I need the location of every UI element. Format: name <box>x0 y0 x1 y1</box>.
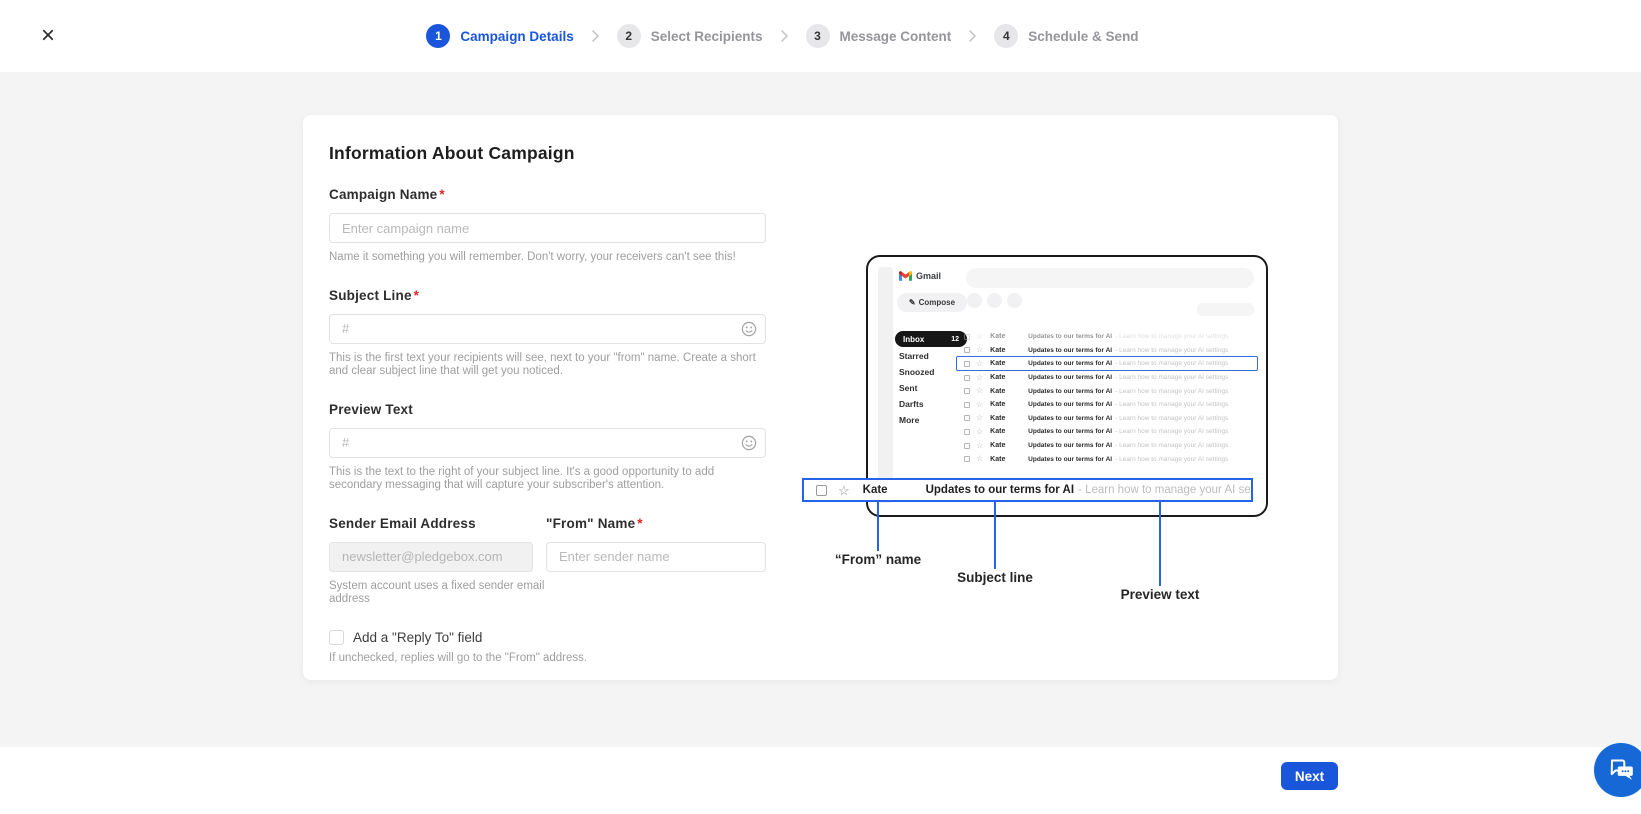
sender-email-helper: System account uses a fixed sender email… <box>329 579 545 606</box>
step-label: Select Recipients <box>650 28 763 44</box>
callout-sender: Kate <box>862 484 888 496</box>
preview-text-label: Preview Text <box>329 401 413 417</box>
step-number-badge: 2 <box>616 24 641 48</box>
star-icon: ☆ <box>976 372 984 382</box>
smiley-icon <box>741 435 757 450</box>
preview-text-helper: This is the text to the right of your su… <box>329 465 715 492</box>
campaign-form: Information About Campaign Campaign Name… <box>329 115 766 665</box>
step-select-recipients[interactable]: 2 Select Recipients <box>616 24 763 48</box>
gmail-email-row: ☆ Kate Updates to our terms for AI - Lea… <box>964 412 1256 426</box>
star-icon: ☆ <box>838 482 850 498</box>
chevron-right-icon <box>591 30 599 42</box>
step-label: Message Content <box>839 28 952 44</box>
reply-to-helper: If unchecked, replies will go to the "Fr… <box>329 651 588 664</box>
checkbox-icon <box>964 415 970 422</box>
star-icon: ☆ <box>976 386 984 396</box>
chat-bubbles-icon <box>1610 759 1633 780</box>
close-icon: × <box>40 22 55 49</box>
star-icon: ☆ <box>976 358 984 368</box>
checkbox-icon <box>964 347 970 354</box>
step-campaign-details[interactable]: 1 Campaign Details <box>426 24 574 48</box>
main-content: Information About Campaign Campaign Name… <box>0 72 1641 747</box>
step-number-badge: 3 <box>805 24 830 48</box>
connector-line-preview <box>1159 502 1161 586</box>
chevron-right-icon <box>780 30 788 42</box>
star-icon: ☆ <box>976 331 984 341</box>
subject-line-label: Subject Line * <box>329 287 420 303</box>
step-message-content[interactable]: 3 Message Content <box>805 24 952 48</box>
required-asterisk: * <box>439 187 445 202</box>
subject-line-helper: This is the first text your recipients w… <box>329 351 756 378</box>
reply-to-label[interactable]: Add a "Reply To" field <box>353 630 482 645</box>
star-icon: ☆ <box>976 454 984 464</box>
reply-to-checkbox[interactable] <box>329 629 344 645</box>
chevron-right-icon <box>969 30 977 42</box>
gmail-email-row: ☆ Kate Updates to our terms for AI - Lea… <box>964 452 1256 466</box>
star-icon: ☆ <box>976 413 984 423</box>
step-label: Campaign Details <box>460 28 574 44</box>
checkbox-icon <box>964 442 970 449</box>
star-icon: ☆ <box>976 345 984 355</box>
star-icon: ☆ <box>976 399 984 409</box>
gmail-email-row: ☆ Kate Updates to our terms for AI - Lea… <box>964 330 1256 344</box>
required-asterisk: * <box>413 287 420 303</box>
from-name-label: "From" Name * <box>546 515 643 531</box>
gmail-email-row: ☆ Kate Updates to our terms for AI - Lea… <box>964 344 1256 358</box>
annotation-subject-line: Subject line <box>957 570 1033 585</box>
next-button[interactable]: Next <box>1281 762 1338 790</box>
gmail-email-row: ☆ Kate Updates to our terms for AI - Lea… <box>964 439 1256 453</box>
checkbox-icon <box>964 388 970 395</box>
close-button[interactable]: × <box>36 24 60 48</box>
campaign-name-input[interactable] <box>329 213 766 243</box>
step-number-badge: 4 <box>994 24 1019 48</box>
callout-subject: Updates to our terms for AI <box>925 484 1075 496</box>
checkbox-icon <box>816 484 827 496</box>
step-label: Schedule & Send <box>1028 28 1139 44</box>
gmail-email-row: ☆ Kate Updates to our terms for AI - Lea… <box>964 357 1256 371</box>
required-asterisk: * <box>637 515 643 531</box>
checkbox-icon <box>964 401 970 408</box>
step-number-badge: 1 <box>426 24 451 48</box>
preview-text-input[interactable] <box>329 427 766 458</box>
page-title: Information About Campaign <box>329 143 575 163</box>
star-icon: ☆ <box>976 426 984 436</box>
callout-email-row: ☆ Kate Updates to our terms for AI - Lea… <box>802 478 1253 502</box>
campaign-name-label: Campaign Name * <box>329 187 445 202</box>
emoji-picker-button[interactable] <box>741 321 757 337</box>
star-icon: ☆ <box>976 440 984 450</box>
gmail-email-row: ☆ Kate Updates to our terms for AI - Lea… <box>964 398 1256 412</box>
annotation-from-name: “From” name <box>834 552 922 567</box>
sender-email-label: Sender Email Address <box>329 515 476 531</box>
checkbox-icon <box>964 428 970 435</box>
connector-line-subject <box>994 502 996 569</box>
callout-preview: - Learn how to manage your AI settings <box>1078 484 1251 496</box>
step-schedule-send[interactable]: 4 Schedule & Send <box>994 24 1139 48</box>
checkbox-icon <box>964 360 970 367</box>
campaign-name-helper: Name it something you will remember. Don… <box>329 251 736 263</box>
gmail-illustration: Gmail ✎ Compose Inbox 12 Starred Snoozed… <box>790 250 1270 615</box>
subject-line-input[interactable] <box>329 313 766 344</box>
wizard-stepper: 1 Campaign Details 2 Select Recipients 3… <box>426 24 1139 48</box>
chat-widget-button[interactable] <box>1594 743 1641 797</box>
connector-line-from-name <box>877 502 879 551</box>
emoji-picker-button[interactable] <box>741 435 757 451</box>
annotation-preview-text: Preview text <box>1120 587 1200 602</box>
gmail-email-row: ☆ Kate Updates to our terms for AI - Lea… <box>964 371 1256 385</box>
from-name-input[interactable] <box>546 541 766 572</box>
wizard-header: × 1 Campaign Details 2 Select Recipients… <box>0 0 1641 72</box>
gmail-row-list: ☆ Kate Updates to our terms for AI - Lea… <box>868 257 1266 515</box>
gmail-email-row: ☆ Kate Updates to our terms for AI - Lea… <box>964 384 1256 398</box>
wizard-footer: Next <box>0 747 1641 814</box>
sender-email-input <box>329 541 533 572</box>
checkbox-icon <box>964 374 970 381</box>
campaign-details-card: Information About Campaign Campaign Name… <box>303 115 1338 680</box>
gmail-email-row: ☆ Kate Updates to our terms for AI - Lea… <box>964 425 1256 439</box>
checkbox-icon <box>964 456 970 463</box>
checkbox-icon <box>964 333 970 340</box>
smiley-icon <box>741 321 757 336</box>
